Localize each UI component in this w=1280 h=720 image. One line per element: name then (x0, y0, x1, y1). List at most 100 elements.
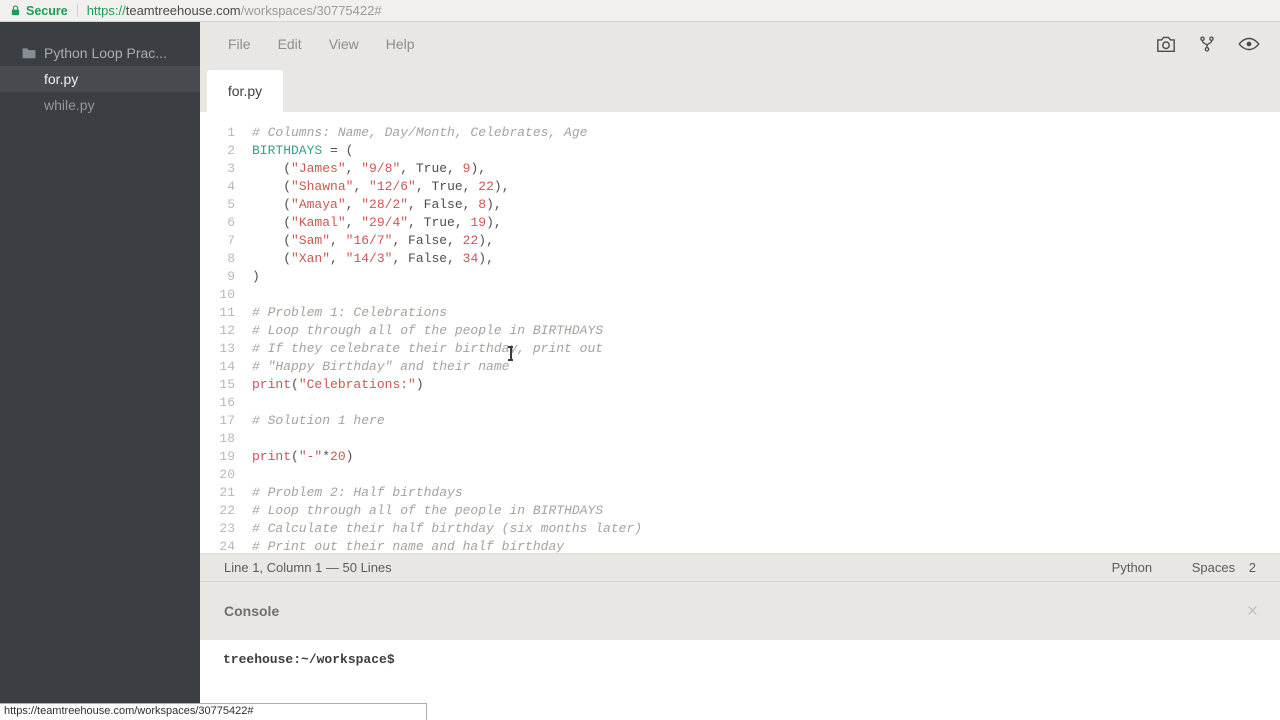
menu-file[interactable]: File (228, 36, 251, 52)
code-line[interactable]: 16 (200, 394, 1280, 412)
divider (77, 4, 78, 17)
line-content: # Loop through all of the people in BIRT… (235, 322, 603, 340)
code-line[interactable]: 19print("-"*20) (200, 448, 1280, 466)
line-number: 6 (200, 214, 235, 232)
code-line[interactable]: 2BIRTHDAYS = ( (200, 142, 1280, 160)
cursor-position: Line 1, Column 1 — 50 Lines (224, 560, 392, 575)
line-number: 18 (200, 430, 235, 448)
code-line[interactable]: 4 ("Shawna", "12/6", True, 22), (200, 178, 1280, 196)
line-number: 2 (200, 142, 235, 160)
url-path: /workspaces/30775422# (241, 3, 382, 18)
code-line[interactable]: 22# Loop through all of the people in BI… (200, 502, 1280, 520)
line-content: print("Celebrations:") (235, 376, 424, 394)
code-line[interactable]: 8 ("Xan", "14/3", False, 34), (200, 250, 1280, 268)
code-line[interactable]: 11# Problem 1: Celebrations (200, 304, 1280, 322)
url-field[interactable]: https://teamtreehouse.com/workspaces/307… (87, 3, 382, 18)
tab-for-py[interactable]: for.py (207, 70, 283, 112)
folder-icon (22, 47, 36, 59)
line-content: BIRTHDAYS = ( (235, 142, 353, 160)
line-content: ("Kamal", "29/4", True, 19), (235, 214, 502, 232)
lock-icon (10, 4, 21, 17)
language-mode[interactable]: Python (1112, 560, 1152, 575)
line-number: 1 (200, 124, 235, 142)
line-number: 3 (200, 160, 235, 178)
code-line[interactable]: 13# If they celebrate their birthday, pr… (200, 340, 1280, 358)
line-content: ) (235, 268, 260, 286)
file-list: for.pywhile.py (0, 66, 200, 118)
code-line[interactable]: 18 (200, 430, 1280, 448)
line-number: 24 (200, 538, 235, 553)
preview-eye-icon[interactable] (1238, 36, 1260, 52)
line-content: print("-"*20) (235, 448, 353, 466)
line-content: # If they celebrate their birthday, prin… (235, 340, 603, 358)
code-line[interactable]: 1# Columns: Name, Day/Month, Celebrates,… (200, 124, 1280, 142)
menu-edit[interactable]: Edit (278, 36, 302, 52)
secure-label: Secure (26, 4, 68, 18)
line-content: ("Amaya", "28/2", False, 8), (235, 196, 502, 214)
code-line[interactable]: 15print("Celebrations:") (200, 376, 1280, 394)
line-content: # Problem 1: Celebrations (235, 304, 447, 322)
code-line[interactable]: 12# Loop through all of the people in BI… (200, 322, 1280, 340)
editor-settings: Python Spaces 2 (1076, 560, 1256, 575)
line-number: 15 (200, 376, 235, 394)
browser-address-bar[interactable]: Secure https://teamtreehouse.com/workspa… (0, 0, 1280, 22)
code-line[interactable]: 20 (200, 466, 1280, 484)
code-line[interactable]: 7 ("Sam", "16/7", False, 22), (200, 232, 1280, 250)
line-number: 23 (200, 520, 235, 538)
line-number: 4 (200, 178, 235, 196)
line-content: # "Happy Birthday" and their name (235, 358, 509, 376)
code-line[interactable]: 9) (200, 268, 1280, 286)
code-line[interactable]: 17# Solution 1 here (200, 412, 1280, 430)
tab-bar: for.py (200, 66, 1280, 112)
tab-label: for.py (228, 83, 262, 99)
editor-statusbar: Line 1, Column 1 — 50 Lines Python Space… (200, 553, 1280, 581)
console-close-icon[interactable]: × (1247, 602, 1258, 621)
line-number: 17 (200, 412, 235, 430)
line-number: 22 (200, 502, 235, 520)
code-line[interactable]: 21# Problem 2: Half birthdays (200, 484, 1280, 502)
menu-items: File Edit View Help (228, 36, 442, 52)
line-number: 8 (200, 250, 235, 268)
console-panel-header: Console × (200, 581, 1280, 640)
line-number: 14 (200, 358, 235, 376)
line-number: 13 (200, 340, 235, 358)
line-content: # Calculate their half birthday (six mon… (235, 520, 642, 538)
line-content (235, 286, 252, 304)
code-line[interactable]: 14# "Happy Birthday" and their name (200, 358, 1280, 376)
code-editor[interactable]: 1# Columns: Name, Day/Month, Celebrates,… (200, 112, 1280, 553)
code-line[interactable]: 6 ("Kamal", "29/4", True, 19), (200, 214, 1280, 232)
console-title: Console (224, 603, 279, 619)
editor-menubar: File Edit View Help (200, 22, 1280, 66)
line-number: 12 (200, 322, 235, 340)
menu-help[interactable]: Help (386, 36, 415, 52)
sidebar-file-while-py[interactable]: while.py (0, 92, 200, 118)
snapshot-camera-icon[interactable] (1156, 35, 1176, 53)
fork-icon[interactable] (1198, 35, 1216, 53)
line-content: # Problem 2: Half birthdays (235, 484, 463, 502)
workspace-app: Python Loop Prac... for.pywhile.py FileE… (0, 22, 1280, 720)
line-number: 5 (200, 196, 235, 214)
line-number: 19 (200, 448, 235, 466)
file-sidebar: Python Loop Prac... for.pywhile.py (0, 22, 200, 720)
url-host: teamtreehouse.com (126, 3, 241, 18)
code-line[interactable]: 10 (200, 286, 1280, 304)
terminal-prompt: treehouse:~/workspace$ (223, 652, 395, 667)
text-cursor (506, 346, 515, 361)
indent-type[interactable]: Spaces (1192, 560, 1235, 575)
code-line[interactable]: 3 ("James", "9/8", True, 9), (200, 160, 1280, 178)
code-line[interactable]: 24# Print out their name and half birthd… (200, 538, 1280, 553)
line-number: 9 (200, 268, 235, 286)
line-content (235, 430, 252, 448)
line-number: 16 (200, 394, 235, 412)
line-content: ("Sam", "16/7", False, 22), (235, 232, 494, 250)
menu-view[interactable]: View (329, 36, 359, 52)
url-scheme: https:// (87, 3, 126, 18)
line-content (235, 394, 252, 412)
code-line[interactable]: 23# Calculate their half birthday (six m… (200, 520, 1280, 538)
code-line[interactable]: 5 ("Amaya", "28/2", False, 8), (200, 196, 1280, 214)
secure-badge[interactable]: Secure (10, 4, 68, 18)
sidebar-file-for-py[interactable]: for.py (0, 66, 200, 92)
line-number: 21 (200, 484, 235, 502)
indent-size[interactable]: 2 (1249, 560, 1256, 575)
project-folder[interactable]: Python Loop Prac... (0, 40, 200, 66)
